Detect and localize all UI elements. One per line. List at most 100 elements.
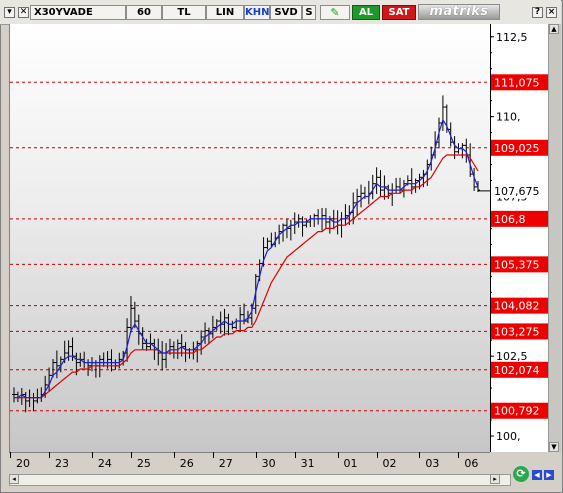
price-bar xyxy=(113,359,118,370)
svg-text:104,082: 104,082 xyxy=(494,300,540,313)
price-bar xyxy=(183,342,188,363)
y-tick-label: 102,5 xyxy=(496,350,528,363)
level-label: 105,375 xyxy=(491,256,553,273)
x-tick xyxy=(294,452,296,458)
price-bar xyxy=(366,180,371,205)
pan-right-button[interactable]: ▶ xyxy=(544,470,554,480)
price-bar xyxy=(156,338,161,366)
price-bar xyxy=(12,387,16,403)
price-bar xyxy=(238,307,243,332)
price-bar xyxy=(35,388,40,404)
price-bar xyxy=(31,392,36,412)
x-tick xyxy=(376,452,378,458)
scroll-right-button[interactable]: ▸ xyxy=(490,474,500,484)
price-bar xyxy=(101,352,106,367)
svg-text:111,075: 111,075 xyxy=(494,76,540,89)
price-bar xyxy=(148,333,153,350)
level-label: 100,792 xyxy=(491,402,553,419)
price-bar xyxy=(234,318,239,330)
arrow-right-icon: ▸ xyxy=(493,475,497,483)
price-bar xyxy=(109,349,114,372)
price-bar xyxy=(19,387,24,405)
price-bar xyxy=(82,351,87,368)
x-tick-label: 31 xyxy=(300,457,315,470)
price-bar xyxy=(203,322,208,344)
price-bar xyxy=(128,295,133,333)
x-tick xyxy=(212,452,214,458)
arrow-up-icon: ▲ xyxy=(551,25,557,33)
level-label: 103,275 xyxy=(491,323,553,340)
arrow-left-icon: ◀ xyxy=(534,471,540,479)
svg-text:102,074: 102,074 xyxy=(494,364,540,377)
ma-fast-line xyxy=(14,118,479,399)
last-price-label: 107,675 xyxy=(491,183,547,198)
price-bar xyxy=(460,143,465,159)
x-tick-label: 30 xyxy=(261,457,276,470)
x-tick xyxy=(255,452,257,458)
price-bar xyxy=(89,357,94,372)
x-tick-label: 06 xyxy=(464,457,479,470)
x-tick xyxy=(337,452,339,458)
price-bar xyxy=(230,320,235,330)
x-tick xyxy=(458,452,460,458)
horizontal-scrollbar[interactable]: ◂ ▸ xyxy=(9,474,511,486)
ma-slow-line xyxy=(14,154,479,399)
price-bar xyxy=(331,209,336,230)
x-tick xyxy=(10,452,11,458)
arrow-down-icon: ▼ xyxy=(551,443,557,451)
level-label: 102,074 xyxy=(491,361,553,378)
price-bar xyxy=(288,219,293,241)
x-tick-label: 27 xyxy=(218,457,233,470)
x-tick-label: 20 xyxy=(16,457,30,470)
price-bar xyxy=(296,214,301,228)
svg-text:107,675: 107,675 xyxy=(494,185,540,198)
price-bar xyxy=(164,343,169,369)
price-bar xyxy=(374,167,379,195)
x-tick-label: 03 xyxy=(425,457,440,470)
price-bar xyxy=(398,177,403,194)
svg-text:109,025: 109,025 xyxy=(494,142,540,155)
price-bar xyxy=(265,237,270,250)
price-bar xyxy=(378,170,383,197)
price-bar xyxy=(413,178,418,193)
x-tick-label: 25 xyxy=(136,457,151,470)
price-bar xyxy=(23,392,28,413)
level-label: 106,8 xyxy=(491,210,553,227)
price-bar xyxy=(300,216,305,237)
scroll-left-button[interactable]: ◂ xyxy=(9,474,19,484)
svg-text:106,8: 106,8 xyxy=(494,213,526,226)
refresh-icon: ⟳ xyxy=(516,467,526,480)
price-bar xyxy=(191,341,196,360)
svg-text:100,792: 100,792 xyxy=(494,405,540,418)
x-tick xyxy=(173,452,175,458)
level-label: 104,082 xyxy=(491,297,553,314)
vertical-scrollbar[interactable]: ▲ ▼ xyxy=(548,24,561,452)
scroll-down-button[interactable]: ▼ xyxy=(549,442,559,452)
price-bar xyxy=(394,177,399,194)
price-chart: 112,5110,107,5102,5100,111,075109,025106… xyxy=(10,31,553,443)
x-tick-label: 23 xyxy=(54,457,69,470)
price-bar xyxy=(160,341,165,371)
pan-left-button[interactable]: ◀ xyxy=(532,470,542,480)
price-bar xyxy=(210,315,215,339)
arrow-left-icon: ◂ xyxy=(12,475,16,483)
x-tick-label: 02 xyxy=(382,457,397,470)
price-bar xyxy=(359,184,364,208)
y-tick-label: 110, xyxy=(496,111,521,124)
level-label: 109,025 xyxy=(491,139,553,156)
scroll-up-button[interactable]: ▲ xyxy=(549,24,559,34)
level-label: 111,075 xyxy=(491,74,553,91)
x-tick-label: 01 xyxy=(343,457,358,470)
x-tick-label: 26 xyxy=(179,457,194,470)
x-tick xyxy=(419,452,421,458)
x-tick xyxy=(130,452,132,458)
price-bar xyxy=(316,209,321,225)
price-bar xyxy=(312,213,317,228)
x-tick xyxy=(48,452,50,458)
svg-text:105,375: 105,375 xyxy=(494,258,540,271)
y-tick-label: 100, xyxy=(496,430,521,443)
y-tick-label: 112,5 xyxy=(496,31,528,44)
price-bar xyxy=(292,212,297,234)
price-bar xyxy=(308,215,313,228)
refresh-button[interactable]: ⟳ xyxy=(513,466,529,482)
